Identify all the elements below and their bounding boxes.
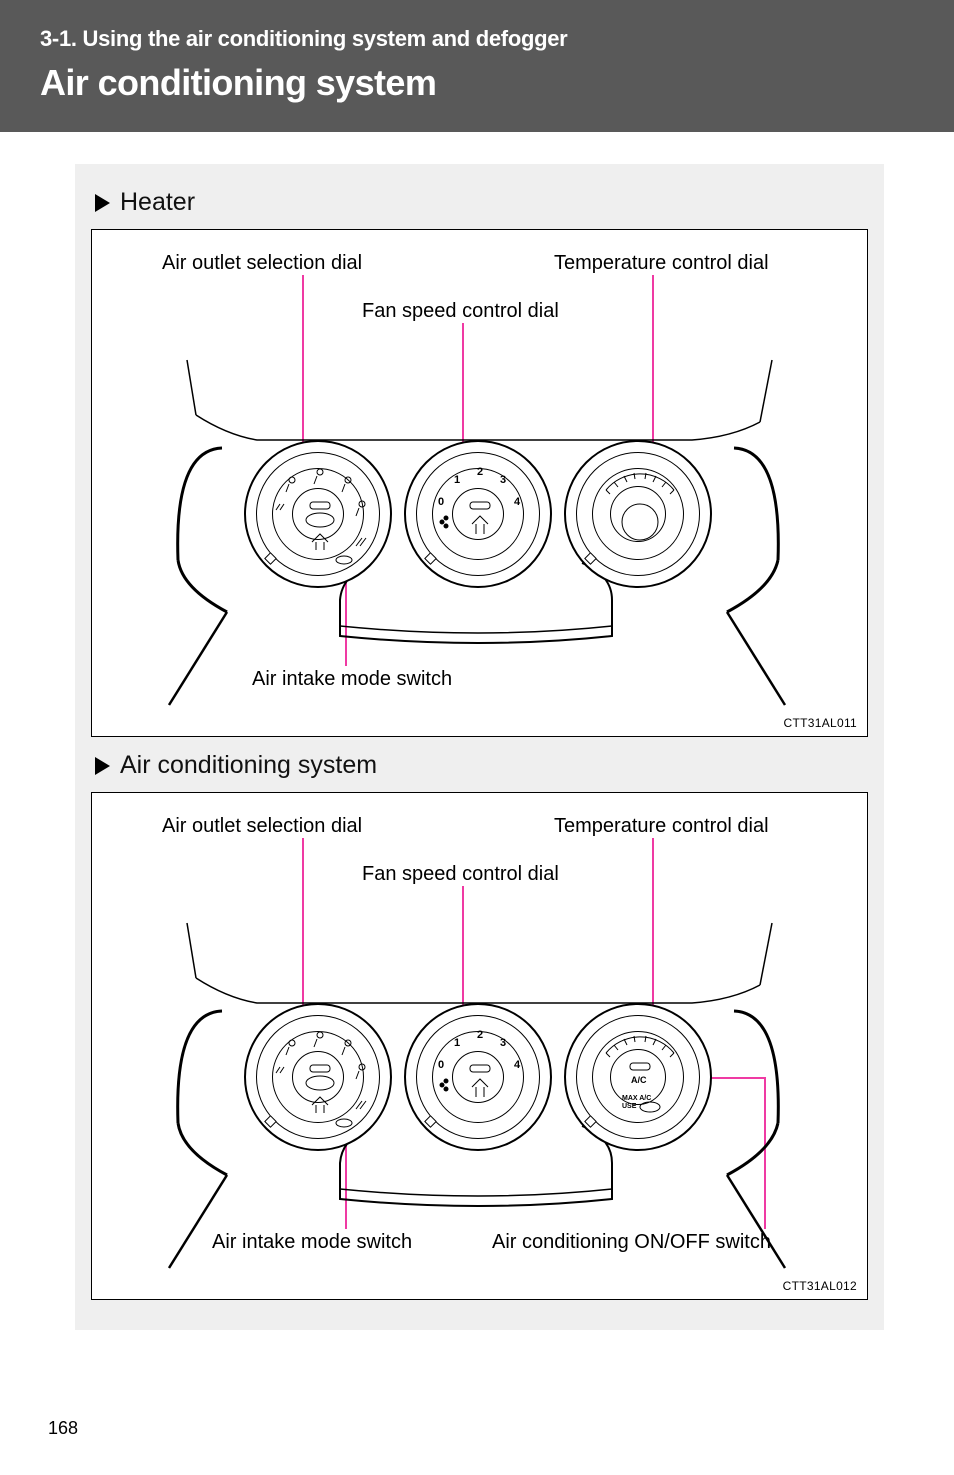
air-outlet-dial [244, 440, 392, 588]
recirculation-icon [638, 1099, 668, 1113]
figure-code-ac: CTT31AL012 [783, 1279, 857, 1293]
fan-center-icons-2 [406, 1005, 554, 1153]
header-title: Air conditioning system [40, 62, 914, 104]
heater-figure: Air outlet selection dial Temperature co… [91, 229, 868, 737]
temperature-dial [564, 440, 712, 588]
ac-section-label: Air conditioning system [95, 751, 868, 780]
ac-label-text: Air conditioning system [120, 751, 377, 780]
content-area: Heater Air outlet selection dial Tempera… [75, 164, 884, 1330]
page-number: 168 [48, 1418, 78, 1439]
figure-code-heater: CTT31AL011 [784, 716, 857, 730]
air-outlet-dial-2 [244, 1003, 392, 1151]
fan-center-icons [406, 442, 554, 590]
ac-button-label: A/C [631, 1075, 647, 1085]
fan-speed-dial-2: 0 1 2 3 4 [404, 1003, 552, 1151]
ac-figure: Air outlet selection dial Temperature co… [91, 792, 868, 1300]
triangle-bullet-icon [95, 194, 110, 212]
mode-icons-2 [246, 1005, 394, 1153]
header-section-number: 3-1. Using the air conditioning system a… [40, 26, 914, 52]
mode-icons [246, 442, 394, 590]
fan-speed-dial: 0 1 2 3 4 [404, 440, 552, 588]
heater-section-label: Heater [95, 188, 868, 217]
temp-arc [566, 442, 714, 590]
temperature-dial-2: A/C MAX A/C USE [564, 1003, 712, 1151]
triangle-bullet-icon [95, 757, 110, 775]
ac-use-label: USE [622, 1103, 636, 1110]
heater-label-text: Heater [120, 188, 195, 217]
page-header: 3-1. Using the air conditioning system a… [0, 0, 954, 132]
